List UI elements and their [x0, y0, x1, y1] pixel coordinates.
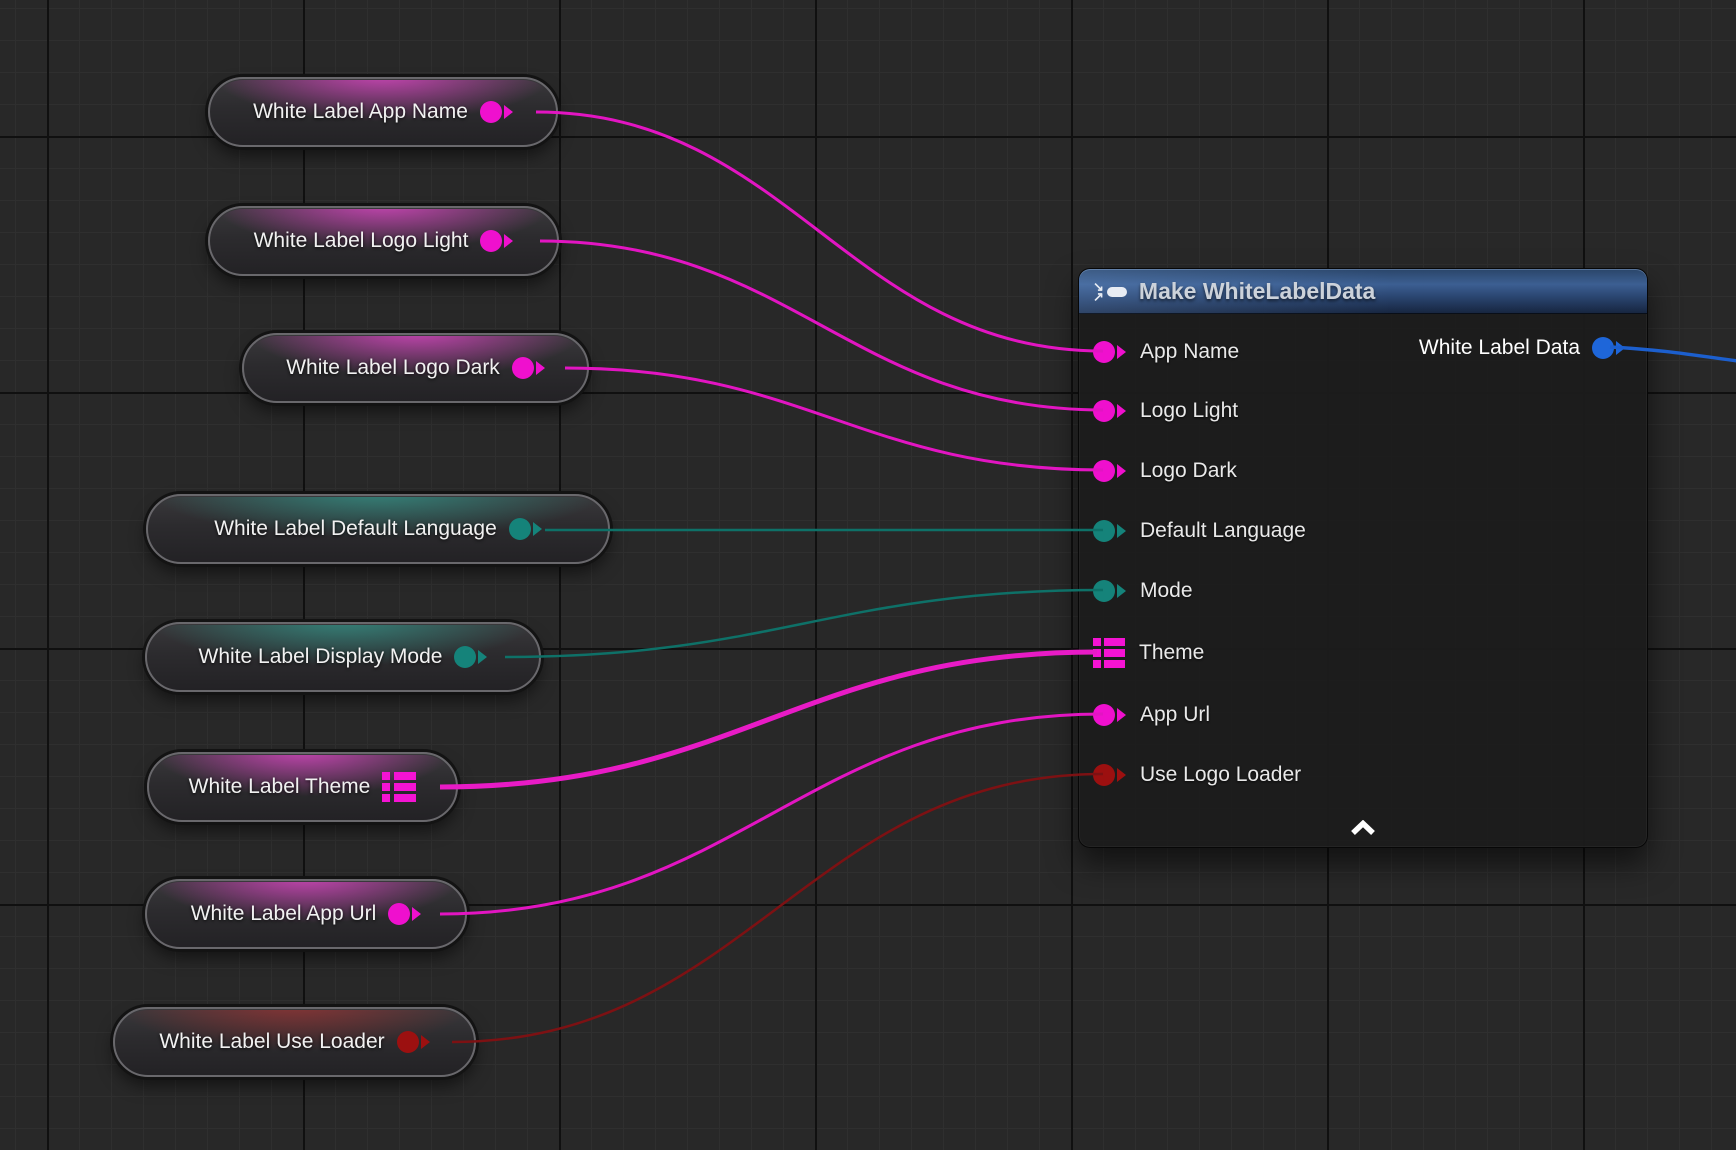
pin-row-app-url: App Url — [1093, 700, 1210, 730]
string-output-pin[interactable] — [480, 101, 513, 123]
pin-label: Logo Light — [1140, 399, 1238, 423]
blueprint-graph-canvas[interactable]: White Label App Name White Label Logo Li… — [0, 0, 1736, 1150]
wire-app-url[interactable] — [440, 714, 1103, 914]
pin-row-white-label-data: White Label Data — [1419, 333, 1625, 363]
pin-label: App Name — [1140, 340, 1239, 364]
struct-output-pin[interactable] — [382, 772, 416, 802]
wire-use-loader[interactable] — [452, 774, 1103, 1042]
chevron-up-icon — [1350, 820, 1376, 836]
text-output-pin[interactable] — [454, 646, 487, 668]
boolean-input-pin[interactable] — [1093, 764, 1126, 786]
pin-label: Theme — [1139, 641, 1204, 665]
node-label: White Label Display Mode — [199, 645, 443, 669]
string-input-pin[interactable] — [1093, 704, 1126, 726]
string-output-pin[interactable] — [388, 903, 421, 925]
pin-label: Default Language — [1140, 519, 1306, 543]
node-white-label-display-mode[interactable]: White Label Display Mode — [145, 622, 541, 692]
node-label: White Label App Url — [191, 902, 377, 926]
node-white-label-app-name[interactable]: White Label App Name — [208, 77, 558, 147]
node-header[interactable]: ↘↗ Make WhiteLabelData — [1079, 269, 1647, 314]
struct-input-pin[interactable] — [1093, 638, 1125, 668]
make-struct-icon: ↘↗ — [1093, 282, 1127, 302]
node-white-label-app-url[interactable]: White Label App Url — [145, 879, 467, 949]
string-output-pin[interactable] — [480, 230, 513, 252]
string-output-pin[interactable] — [512, 357, 545, 379]
node-label: White Label Default Language — [214, 517, 497, 541]
node-white-label-use-loader[interactable]: White Label Use Loader — [113, 1007, 476, 1077]
node-label: White Label Logo Dark — [286, 356, 500, 380]
node-label: White Label Use Loader — [159, 1030, 384, 1054]
boolean-output-pin[interactable] — [397, 1031, 430, 1053]
wire-theme[interactable] — [440, 652, 1097, 787]
pin-row-default-language: Default Language — [1093, 516, 1306, 546]
pin-label: Logo Dark — [1140, 459, 1237, 483]
pin-row-app-name: App Name — [1093, 337, 1239, 367]
pin-row-mode: Mode — [1093, 576, 1193, 606]
pin-row-use-logo-loader: Use Logo Loader — [1093, 760, 1301, 790]
collapse-node-button[interactable] — [1350, 820, 1376, 841]
string-input-pin[interactable] — [1093, 341, 1126, 363]
node-white-label-default-language[interactable]: White Label Default Language — [146, 494, 610, 564]
pin-row-theme: Theme — [1093, 638, 1204, 668]
node-white-label-theme[interactable]: White Label Theme — [147, 752, 458, 822]
node-label: White Label Logo Light — [254, 229, 469, 253]
struct-grid-icon — [1093, 638, 1125, 668]
pin-label: Use Logo Loader — [1140, 763, 1301, 787]
node-white-label-logo-dark[interactable]: White Label Logo Dark — [242, 333, 589, 403]
wire-app-name[interactable] — [536, 112, 1103, 351]
pin-row-logo-dark: Logo Dark — [1093, 456, 1237, 486]
pin-row-logo-light: Logo Light — [1093, 396, 1238, 426]
node-title: Make WhiteLabelData — [1139, 278, 1375, 305]
text-input-pin[interactable] — [1093, 520, 1126, 542]
pin-label: App Url — [1140, 703, 1210, 727]
node-label: White Label Theme — [189, 775, 371, 799]
text-input-pin[interactable] — [1093, 580, 1126, 602]
node-make-whitelabeldata[interactable]: ↘↗ Make WhiteLabelData App Name Logo Lig… — [1078, 268, 1648, 848]
wire-display-mode[interactable] — [505, 590, 1103, 657]
pin-label: Mode — [1140, 579, 1193, 603]
pin-label: White Label Data — [1419, 336, 1580, 360]
struct-grid-icon — [382, 772, 416, 802]
string-input-pin[interactable] — [1093, 400, 1126, 422]
node-white-label-logo-light[interactable]: White Label Logo Light — [208, 206, 559, 276]
wire-logo-dark[interactable] — [565, 368, 1103, 470]
node-label: White Label App Name — [253, 100, 468, 124]
struct-output-pin[interactable] — [1592, 337, 1625, 359]
string-input-pin[interactable] — [1093, 460, 1126, 482]
text-output-pin[interactable] — [509, 518, 542, 540]
wire-logo-light[interactable] — [540, 241, 1103, 410]
